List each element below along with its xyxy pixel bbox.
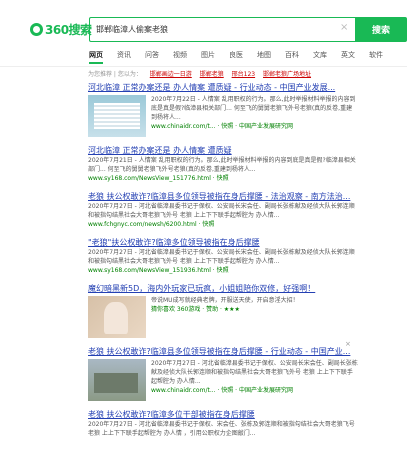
tab-wenku[interactable]: 文库 — [313, 48, 327, 64]
result-item: 老狼 扶公权敢诈?临漳县多位领导被指在身后撑腰 - 行业动态 - 中国产业...… — [88, 346, 358, 401]
tab-web[interactable]: 网页 — [89, 48, 103, 64]
ad-source: 猜你喜欢 360游戏 · 赞助 · ★★★ — [151, 306, 240, 313]
logo-icon — [30, 22, 43, 36]
header: 360搜索 邯郸临漳人偷案老狼 × 搜索 网页 资讯 问答 视频 图片 良医 地… — [0, 0, 407, 72]
tab-video[interactable]: 视频 — [173, 48, 187, 64]
result-title[interactable]: "老狼"扶公权敢诈?临漳多位领导被指在身后撑腰 — [88, 237, 358, 248]
tab-bar: 网页 资讯 问答 视频 图片 良医 地图 百科 文库 英文 软件 — [89, 48, 397, 64]
result-url[interactable]: www.sy168.com/NewsView_151776.html · 快照 — [88, 174, 358, 183]
tab-images[interactable]: 图片 — [201, 48, 215, 64]
results-list: 河北临漳 正常办案还是 办人情案 遭质疑 - 行业动态 - 中国产业发展... … — [88, 82, 358, 446]
recommend-link[interactable]: 邯郸老狼广场地址 — [263, 71, 311, 78]
ad-thumbnail[interactable] — [88, 296, 146, 338]
search-input[interactable]: 邯郸临漳人偷案老狼 — [89, 17, 355, 42]
result-title[interactable]: 老狼 扶公权敢诈?临漳多位干部被指在身后撑腰 — [88, 409, 358, 420]
result-desc: 2020年7月27日 - 河北省临漳县委书记于保权、宋会任、张栋及郭连顺和被指勾… — [88, 421, 355, 437]
tab-baike[interactable]: 百科 — [285, 48, 299, 64]
tab-software[interactable]: 软件 — [369, 48, 383, 64]
close-icon[interactable]: × — [345, 340, 351, 348]
result-desc: 2020年7月22日 - 人情案 乱用职权的行为。那么,此时举报材料举报的内容到… — [151, 96, 356, 121]
result-title[interactable]: 老狼 扶公权敢诈?临漳县多位领导被指在身后撑腰 - 行业动态 - 中国产业... — [88, 346, 358, 357]
ad-title[interactable]: 魔幻暗黑新5D，海内外玩家已玩疯，小姐姐陪你双修，好强啊！ — [88, 283, 358, 294]
result-title[interactable]: 河北临漳 正常办案还是 办人情案 遭质疑 — [88, 145, 358, 156]
search-button[interactable]: 搜索 — [355, 17, 407, 42]
result-url[interactable]: www.sy168.com/NewsView_151936.html · 快照 — [88, 266, 358, 275]
result-desc: 2020年7月27日 - 河北省临漳县委书记于保权、公安局长宋会任、副局长张栋献… — [88, 203, 355, 219]
result-title[interactable]: 河北临漳 正常办案还是 办人情案 遭质疑 - 行业动态 - 中国产业发展... — [88, 82, 358, 93]
result-item: 河北临漳 正常办案还是 办人情案 遭质疑 2020年7月21日 - 人情案 乱用… — [88, 145, 358, 183]
result-url[interactable]: www.fchgnyc.com/newsh/6200.html · 快照 — [88, 220, 358, 229]
clear-icon[interactable]: × — [340, 22, 348, 33]
tab-english[interactable]: 英文 — [341, 48, 355, 64]
result-item: 老狼 扶公权敢诈?临漳多位干部被指在身后撑腰 2020年7月27日 - 河北省临… — [88, 409, 358, 438]
recommend-bar: 为您推荐 | 您以为： 邯郸画边一日游 邯郸老狼 邢台123 邯郸老狼广场地址 — [88, 69, 311, 78]
result-desc: 2020年7月27日 - 河北省临漳县委书记于保权、公安局长宋会任、副局长张栋献… — [88, 249, 355, 265]
divider — [0, 66, 407, 67]
tab-doctor[interactable]: 良医 — [229, 48, 243, 64]
result-item: 老狼 扶公权敢诈?临漳县多位领导被指在身后撑腰 - 法治观察 - 南方法治...… — [88, 191, 358, 229]
recommend-link[interactable]: 邢台123 — [232, 71, 255, 78]
result-item: "老狼"扶公权敢诈?临漳多位领导被指在身后撑腰 2020年7月27日 - 河北省… — [88, 237, 358, 275]
logo[interactable]: 360搜索 — [30, 20, 92, 38]
result-title[interactable]: 老狼 扶公权敢诈?临漳县多位领导被指在身后撑腰 - 法治观察 - 南方法治... — [88, 191, 358, 202]
ad-desc: 帝说MU成写就经典老牌，开服送天使，开启意淫大招！ — [151, 297, 299, 304]
result-url[interactable]: www.chinaidr.com/t... · 快照 · 中国产业发展研究网 — [151, 386, 358, 395]
recommend-link[interactable]: 邯郸老狼 — [200, 71, 224, 78]
recommend-link[interactable]: 邯郸画边一日游 — [150, 71, 192, 78]
tab-news[interactable]: 资讯 — [117, 48, 131, 64]
ad-item: 魔幻暗黑新5D，海内外玩家已玩疯，小姐姐陪你双修，好强啊！ 帝说MU成写就经典老… — [88, 283, 358, 338]
result-thumbnail[interactable] — [88, 359, 146, 401]
recommend-label: 为您推荐 | 您以为： — [88, 71, 142, 78]
tab-map[interactable]: 地图 — [257, 48, 271, 64]
result-item: 河北临漳 正常办案还是 办人情案 遭质疑 - 行业动态 - 中国产业发展... … — [88, 82, 358, 137]
result-thumbnail[interactable] — [88, 95, 146, 137]
result-desc: 2020年7月21日 - 人情案 乱用职权的行为。那么,此时举报材料举报的内容到… — [88, 157, 356, 173]
result-url[interactable]: www.chinaidr.com/t... · 快照 · 中国产业发展研究网 — [151, 122, 358, 131]
logo-text: 360搜索 — [45, 22, 92, 37]
tab-qa[interactable]: 问答 — [145, 48, 159, 64]
result-desc: 2020年7月27日 - 河北省临漳县委书记于保权、公安局长宋会任、副局长张栋献… — [151, 360, 358, 385]
